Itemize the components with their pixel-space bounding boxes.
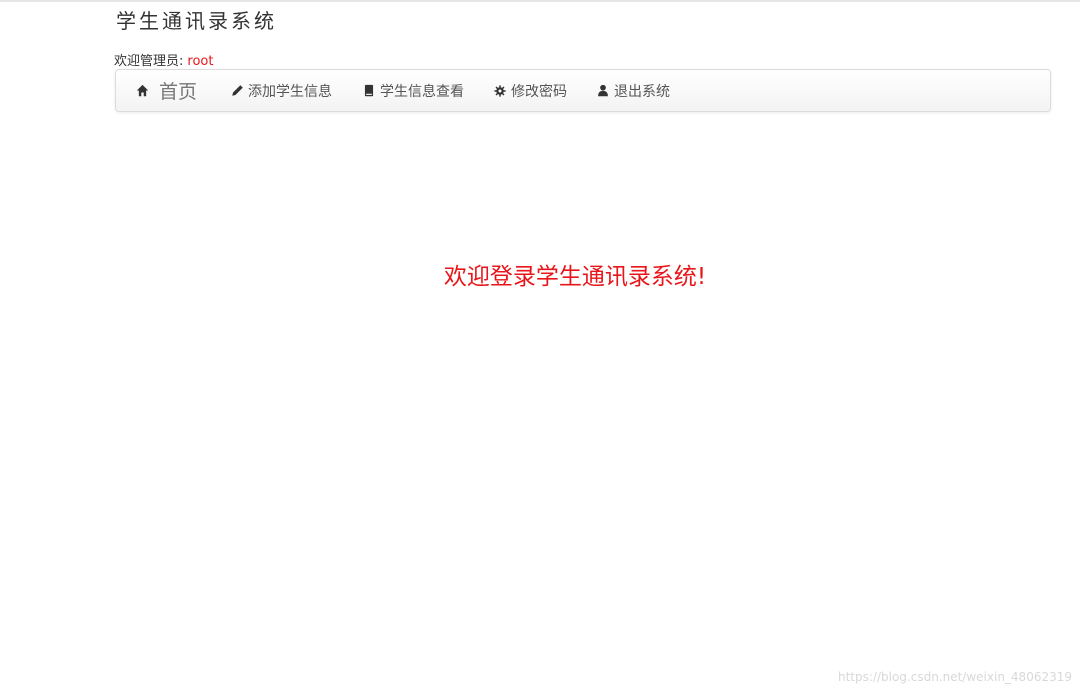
welcome-line: 欢迎管理员: root — [114, 50, 213, 69]
admin-username: root — [187, 54, 214, 69]
app-title: 学生通讯录系统 — [116, 9, 277, 33]
nav-home-label: 首页 — [159, 81, 198, 103]
welcome-message: 欢迎登录学生通讯录系统! — [443, 264, 707, 290]
nav-home-link[interactable]: 首页 — [135, 70, 197, 111]
book-icon — [362, 84, 376, 98]
gear-icon — [493, 84, 507, 98]
watermark: https://blog.csdn.net/weixin_48062319 — [837, 670, 1072, 684]
nav-logout[interactable]: 退出系统 — [596, 70, 670, 111]
welcome-label: 欢迎管理员: — [114, 54, 184, 69]
nav-add-student[interactable]: 添加学生信息 — [230, 70, 332, 111]
nav-add-student-label: 添加学生信息 — [248, 83, 332, 100]
user-icon — [596, 84, 610, 98]
top-navbar: 首页 添加学生信息 学生信息查看 修改密码 退出系统 — [115, 69, 1051, 112]
nav-view-students[interactable]: 学生信息查看 — [362, 70, 464, 111]
pencil-icon — [230, 84, 244, 98]
nav-logout-label: 退出系统 — [614, 83, 670, 100]
nav-change-password[interactable]: 修改密码 — [493, 70, 567, 111]
nav-view-students-label: 学生信息查看 — [380, 83, 464, 100]
nav-change-password-label: 修改密码 — [511, 83, 567, 100]
home-icon — [135, 84, 149, 98]
